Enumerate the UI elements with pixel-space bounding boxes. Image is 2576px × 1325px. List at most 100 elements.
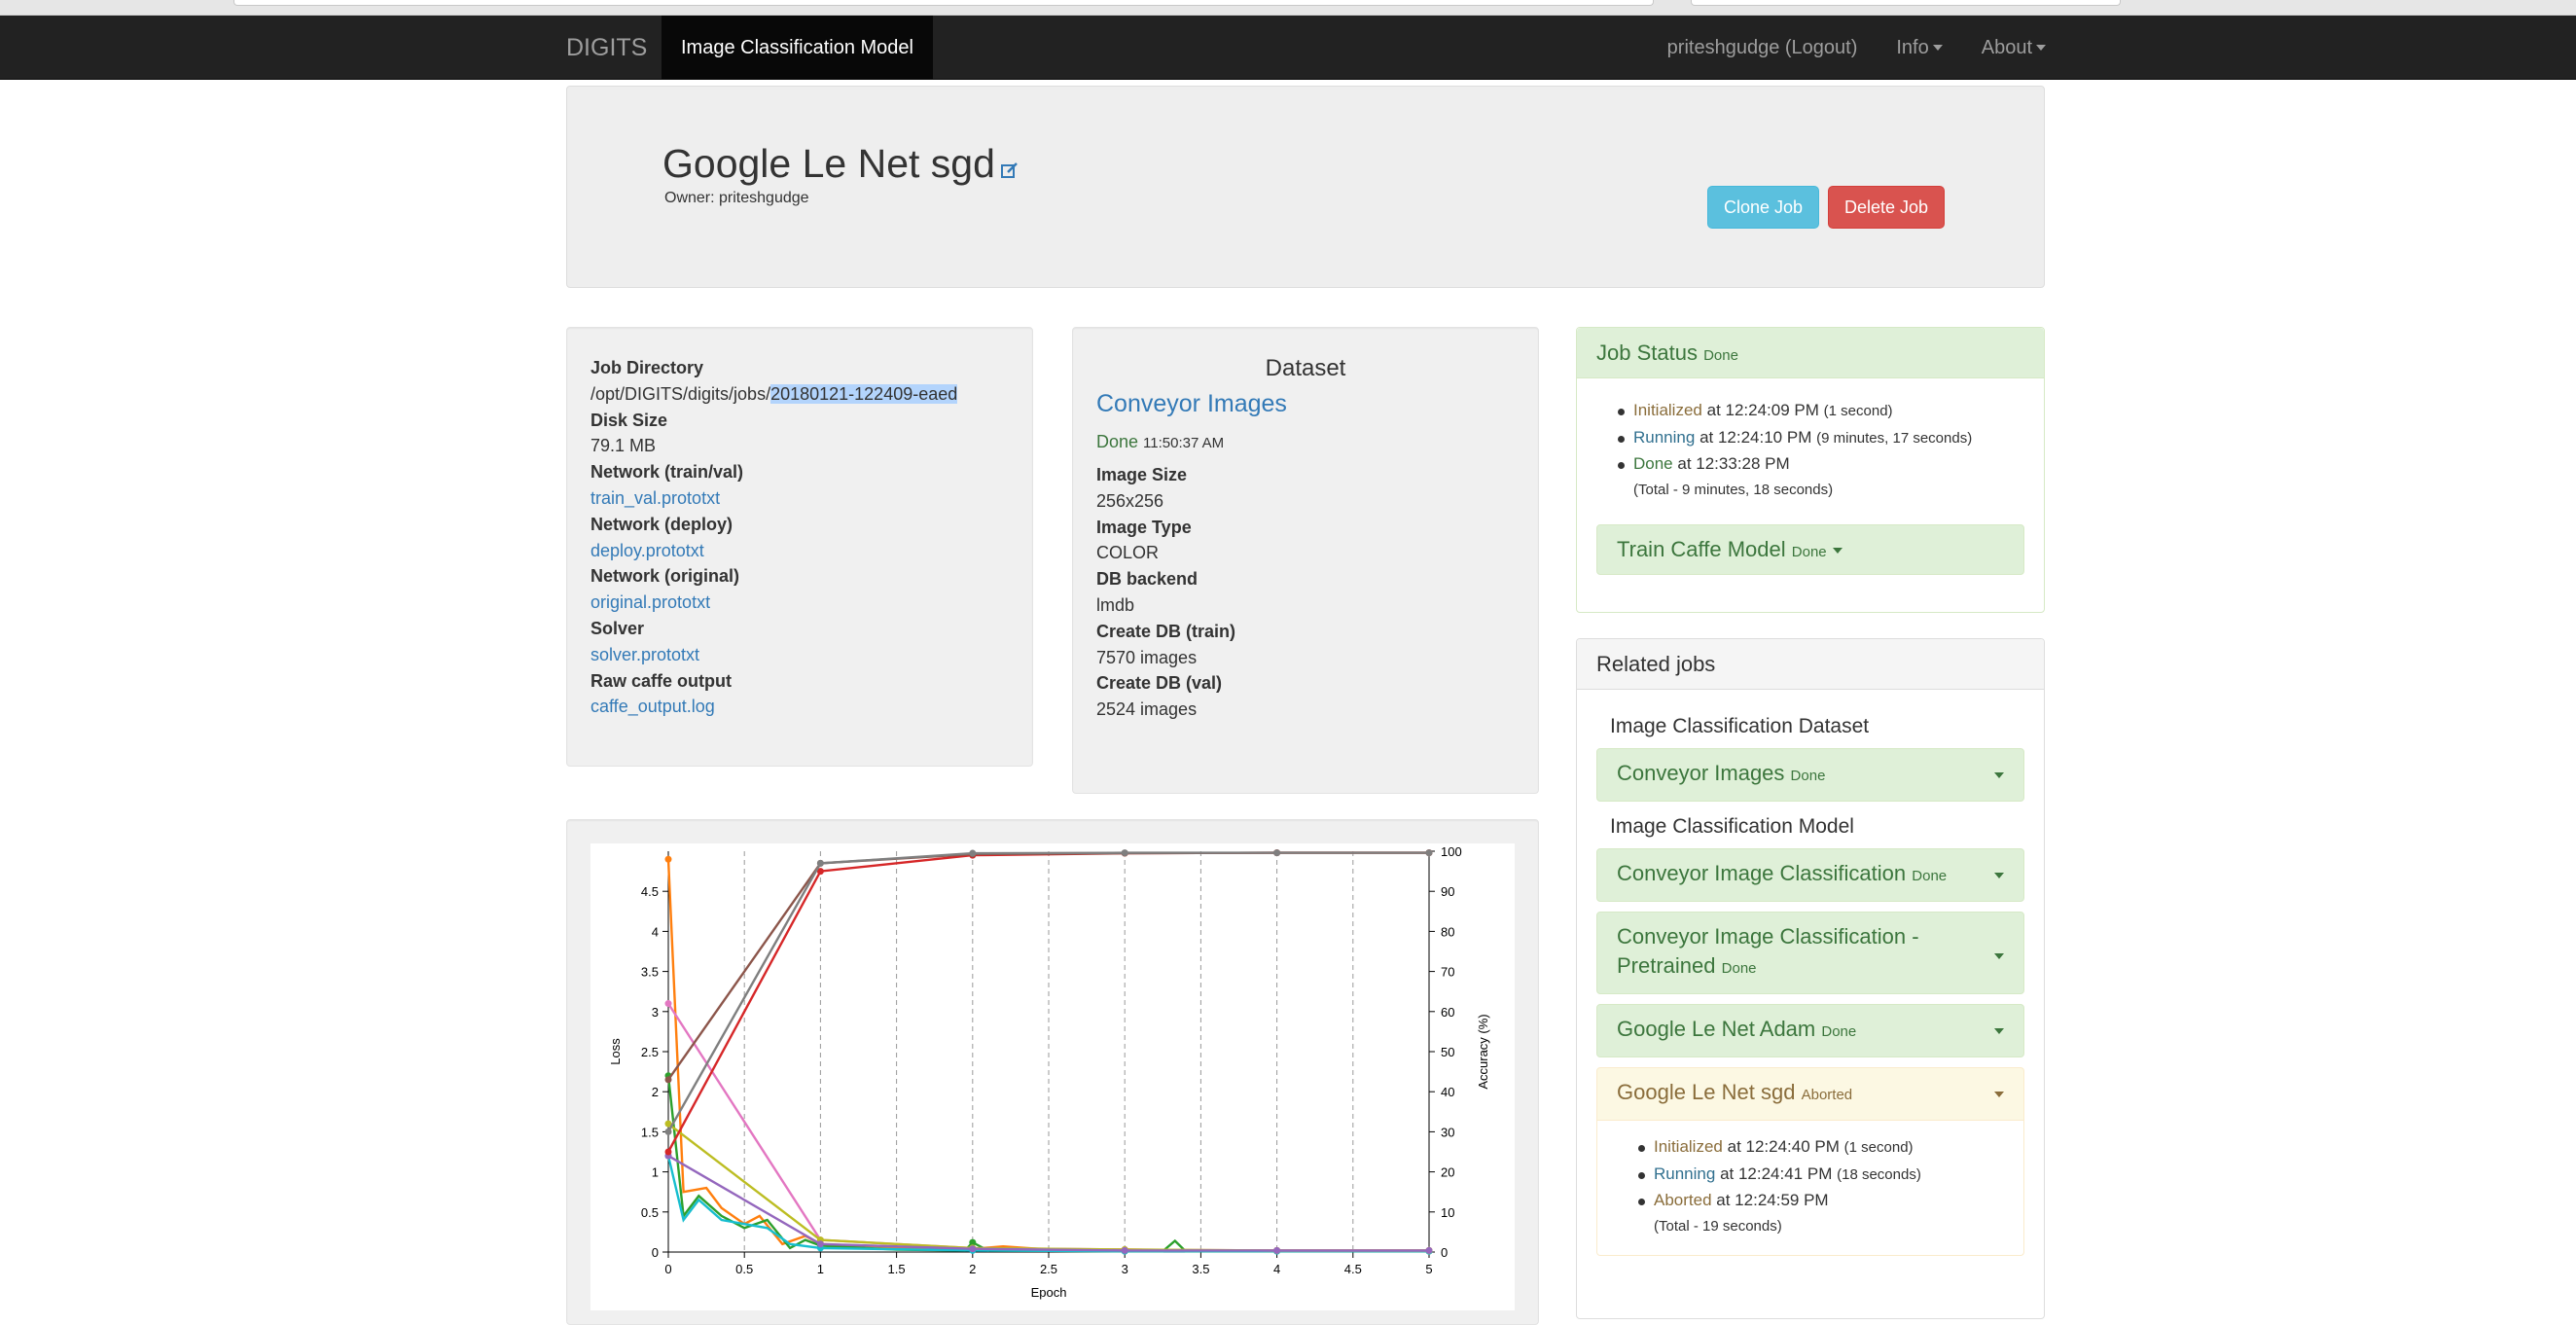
related-job-item[interactable]: Conveyor Image Classification Done — [1596, 848, 2024, 902]
edit-icon[interactable] — [1000, 161, 1019, 179]
step-name: Running — [1654, 1164, 1716, 1183]
y2-axis-label: Accuracy (%) — [1476, 1014, 1490, 1089]
brand-link[interactable]: DIGITS — [566, 16, 647, 80]
job-status-heading: Job Status Done — [1577, 328, 2044, 378]
nav-right-group: priteshgudge (Logout) Info About — [1667, 16, 2046, 80]
related-jobs-body: Image Classification Dataset Conveyor Im… — [1577, 690, 2044, 1275]
step-time: at 12:33:28 PM — [1677, 454, 1790, 473]
data-point — [1425, 1246, 1433, 1254]
job-dir-id: 20180121-122409-eaed — [770, 383, 958, 404]
disk-size-label: Disk Size — [590, 410, 668, 430]
db-backend-value: lmdb — [1096, 594, 1135, 615]
related-job-state: Done — [1821, 1023, 1857, 1040]
network-original-label: Network (original) — [590, 566, 740, 587]
data-point — [1273, 1246, 1281, 1254]
bullet-icon — [1618, 462, 1625, 469]
y2-tick-label: 80 — [1441, 924, 1454, 939]
status-step: Done at 12:33:28 PM — [1618, 451, 2024, 478]
job-dir-prefix: /opt/DIGITS/digits/jobs/ — [590, 383, 771, 404]
data-point — [664, 1128, 672, 1135]
data-point — [1425, 849, 1433, 857]
y2-tick-label: 0 — [1441, 1245, 1448, 1260]
solver-link[interactable]: solver.prototxt — [590, 645, 699, 664]
status-step: Running at 12:24:10 PM (9 minutes, 17 se… — [1618, 425, 2024, 452]
y2-tick-label: 50 — [1441, 1045, 1454, 1059]
info-menu[interactable]: Info — [1896, 36, 1943, 59]
caffe-output-link[interactable]: caffe_output.log — [590, 697, 715, 716]
related-job-detail: Initialized at 12:24:40 PM (1 second) Ru… — [1596, 1121, 2024, 1256]
related-job-name: Conveyor Images — [1617, 761, 1785, 785]
step-name: Done — [1633, 454, 1673, 473]
y-axis-label: Loss — [608, 1038, 623, 1065]
related-group-model: Image Classification Model — [1610, 815, 1854, 838]
task-name: Train Caffe Model — [1617, 537, 1786, 561]
train-val-link[interactable]: train_val.prototxt — [590, 488, 720, 508]
data-point — [664, 1148, 672, 1156]
step-name: Initialized — [1654, 1137, 1723, 1156]
job-status-body: Initialized at 12:24:09 PM (1 second) Ru… — [1577, 378, 2044, 594]
info-label: Info — [1896, 36, 1929, 58]
data-point — [969, 1245, 977, 1253]
x-tick-label: 3 — [1122, 1262, 1128, 1276]
dataset-well: Dataset Conveyor Images Done 11:50:37 AM… — [1072, 327, 1539, 794]
create-db-train-label: Create DB (train) — [1096, 621, 1236, 641]
loss-accuracy-chart: 0 0.5 1 1.5 2 2.5 3 3.5 4 4.5 500.511.522.533.544.… — [608, 844, 1490, 1300]
y-tick-label: 0.5 — [641, 1205, 659, 1220]
dataset-status-time: 11:50:37 AM — [1143, 435, 1225, 451]
y-tick-label: 3.5 — [641, 965, 659, 980]
step-time: at 12:24:09 PM — [1706, 401, 1819, 419]
status-step: Initialized at 12:24:40 PM (1 second) — [1638, 1134, 2004, 1162]
related-job-item[interactable]: Conveyor Images Done — [1596, 748, 2024, 802]
y-tick-label: 2.5 — [641, 1045, 659, 1059]
related-job-item[interactable]: Google Le Net Adam Done — [1596, 1004, 2024, 1057]
deploy-link[interactable]: deploy.prototxt — [590, 541, 704, 560]
step-time: at 12:24:40 PM — [1727, 1137, 1840, 1156]
related-job-item-expanded[interactable]: Google Le Net sgd Aborted — [1596, 1067, 2024, 1121]
x-tick-label: 2 — [969, 1262, 976, 1276]
related-job-item[interactable]: Conveyor Image Classification - Pretrain… — [1596, 912, 2024, 994]
job-status-state: Done — [1703, 347, 1738, 364]
about-menu[interactable]: About — [1982, 37, 2046, 59]
step-duration: (1 second) — [1843, 1139, 1914, 1156]
y-tick-label: 3 — [652, 1005, 659, 1020]
y-tick-label: 1.5 — [641, 1125, 659, 1139]
dataset-link[interactable]: Conveyor Images — [1096, 390, 1515, 418]
related-job-state: Done — [1790, 768, 1826, 784]
related-job-name: Google Le Net Adam — [1617, 1017, 1816, 1041]
network-deploy-label: Network (deploy) — [590, 514, 733, 534]
x-tick-label: 0 — [664, 1262, 671, 1276]
search-bar[interactable] — [1691, 0, 2121, 6]
train-caffe-model-task[interactable]: Train Caffe Model Done — [1596, 524, 2024, 575]
original-link[interactable]: original.prototxt — [590, 592, 710, 612]
image-type-label: Image Type — [1096, 517, 1192, 537]
chevron-down-icon — [1994, 1092, 2004, 1097]
related-group-dataset: Image Classification Dataset — [1610, 715, 1870, 737]
chevron-down-icon — [1994, 1028, 2004, 1034]
job-status-panel: Job Status Done Initialized at 12:24:09 … — [1576, 327, 2045, 613]
step-name: Running — [1633, 427, 1696, 447]
related-job-name: Google Le Net sgd — [1617, 1080, 1796, 1104]
data-point — [1121, 849, 1128, 857]
y2-tick-label: 60 — [1441, 1005, 1454, 1020]
create-db-train-value: 7570 images — [1096, 647, 1198, 667]
address-bar[interactable] — [233, 0, 1654, 6]
job-name: Google Le Net sgd — [662, 141, 995, 186]
related-job-state: Done — [1912, 868, 1948, 884]
chevron-down-icon — [2036, 45, 2046, 52]
step-time: at 12:24:59 PM — [1716, 1191, 1829, 1209]
step-time: at 12:24:41 PM — [1720, 1164, 1833, 1183]
owner-text: Owner: priteshgudge — [664, 190, 809, 206]
delete-job-button[interactable]: Delete Job — [1828, 186, 1946, 229]
clone-job-button[interactable]: Clone Job — [1707, 186, 1820, 229]
logout-link[interactable]: priteshgudge (Logout) — [1667, 37, 1858, 59]
nav-active-item[interactable]: Image Classification Model — [662, 16, 933, 80]
job-dir-label: Job Directory — [590, 358, 704, 377]
dataset-heading: Dataset — [1265, 355, 1346, 381]
job-info-well: Job Directory /opt/DIGITS/digits/jobs/20… — [566, 327, 1033, 767]
task-state: Done — [1791, 544, 1827, 560]
y-tick-label: 0 — [652, 1245, 659, 1260]
y2-tick-label: 20 — [1441, 1165, 1454, 1180]
data-point — [1273, 849, 1281, 857]
status-total: (Total - 9 minutes, 18 seconds) — [1633, 481, 1834, 498]
related-job-name: Conveyor Image Classification - Pretrain… — [1617, 924, 1919, 978]
